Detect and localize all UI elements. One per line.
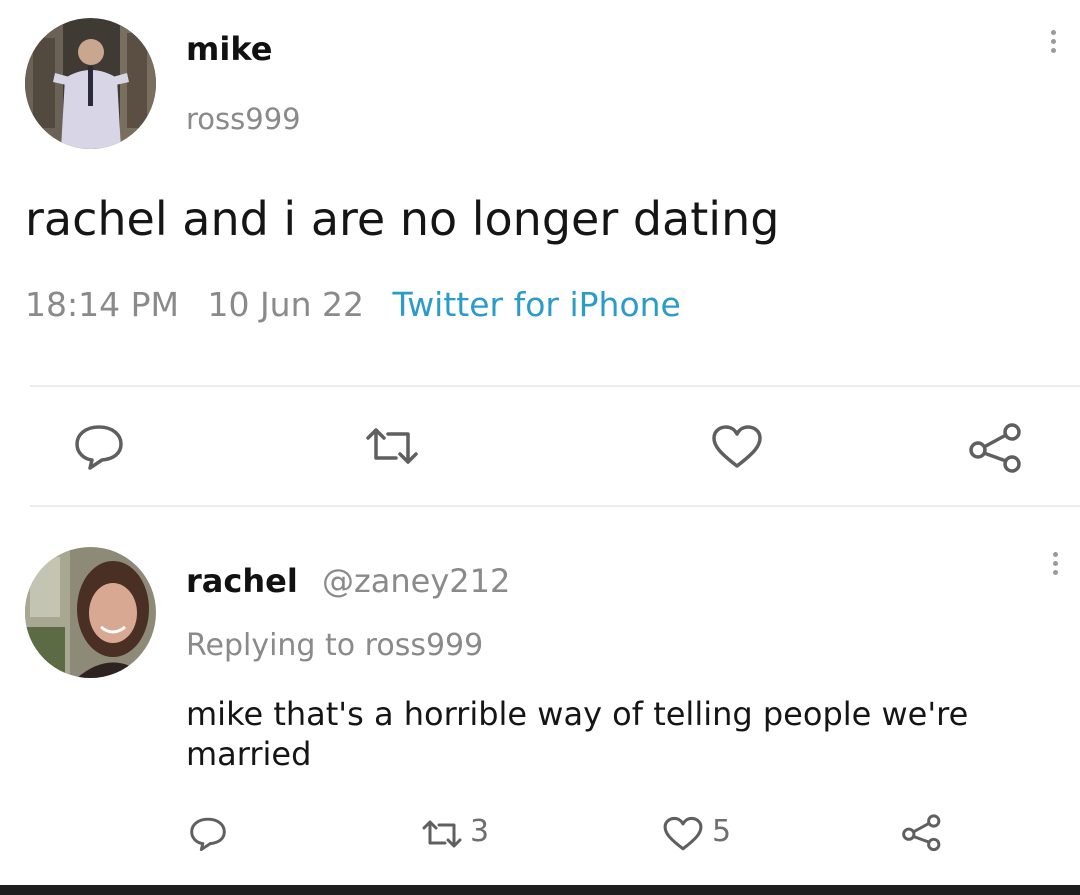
retweet-count: 3 bbox=[470, 814, 490, 849]
author-handle[interactable]: ross999 bbox=[186, 102, 301, 136]
divider-bottom bbox=[30, 505, 1080, 507]
reply-author-handle[interactable]: @zaney212 bbox=[322, 562, 510, 600]
avatar-image bbox=[25, 18, 156, 149]
avatar-rachel[interactable] bbox=[25, 547, 156, 678]
replying-to[interactable]: Replying to ross999 bbox=[186, 628, 483, 663]
reply-comment-icon[interactable] bbox=[188, 815, 228, 853]
avatar-mike[interactable] bbox=[25, 18, 156, 149]
reply-like-icon[interactable] bbox=[662, 816, 704, 852]
reply-text: mike that's a horrible way of telling pe… bbox=[186, 695, 969, 773]
reply-share-icon[interactable] bbox=[900, 812, 944, 852]
retweet-icon[interactable] bbox=[360, 424, 424, 468]
screen-bottom-edge bbox=[0, 885, 1080, 895]
reply-more-options-icon[interactable] bbox=[1052, 552, 1058, 579]
tweet-source[interactable]: Twitter for iPhone bbox=[393, 285, 681, 324]
share-icon[interactable] bbox=[966, 420, 1026, 474]
comment-icon[interactable] bbox=[72, 422, 126, 472]
divider-top bbox=[30, 385, 1080, 387]
avatar-image bbox=[25, 547, 156, 678]
more-options-icon[interactable] bbox=[1050, 30, 1056, 57]
author-name[interactable]: mike bbox=[186, 30, 272, 68]
tweet-text: rachel and i are no longer dating bbox=[25, 192, 780, 246]
tweet-date: 10 Jun 22 bbox=[207, 285, 364, 324]
tweet-meta: 18:14 PM 10 Jun 22 Twitter for iPhone bbox=[25, 285, 681, 324]
reply-retweet-icon[interactable] bbox=[418, 817, 466, 851]
like-count: 5 bbox=[712, 814, 732, 849]
reply-author-name[interactable]: rachel bbox=[186, 562, 298, 600]
tweet-time: 18:14 PM bbox=[25, 285, 179, 324]
like-icon[interactable] bbox=[710, 424, 764, 470]
reply-author: rachel @zaney212 bbox=[186, 562, 510, 600]
